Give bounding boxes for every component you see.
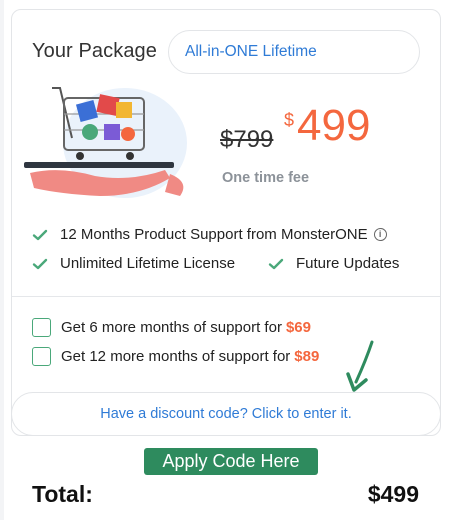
feature-label: Unlimited Lifetime License (60, 255, 236, 272)
arrow-down-icon (346, 340, 374, 392)
total-value: $499 (367, 481, 419, 507)
check-icon (32, 229, 48, 240)
section-divider (12, 296, 440, 297)
feature-license: Unlimited Lifetime License (32, 255, 235, 272)
check-icon (32, 258, 48, 269)
addon-6-months[interactable]: Get 6 more months of support for $69 (32, 318, 311, 337)
feature-label: 12 Months Product Support from MonsterON… (60, 226, 368, 243)
apply-code-button[interactable]: Apply Code Here (144, 448, 318, 475)
addon-label: Get 12 more months of support for (61, 348, 291, 365)
addon-label: Get 6 more months of support for (61, 319, 282, 336)
feature-updates: Future Updates (268, 255, 399, 272)
feature-support: 12 Months Product Support from MonsterON… (32, 226, 387, 243)
new-price: 499 (297, 101, 371, 150)
addon-checkbox[interactable] (32, 347, 51, 366)
addon-12-months[interactable]: Get 12 more months of support for $89 (32, 347, 319, 366)
price-note: One time fee (222, 170, 310, 186)
check-icon (268, 258, 284, 269)
addon-price: $89 (294, 348, 320, 365)
discount-label: Have a discount code? Click to enter it. (100, 406, 352, 422)
price-currency: $ (284, 110, 295, 130)
package-label: Your Package (32, 40, 157, 62)
old-price: $799 (220, 126, 274, 153)
package-select[interactable]: All-in-ONE Lifetime (168, 30, 420, 74)
feature-label: Future Updates (296, 255, 400, 272)
addon-price: $69 (285, 319, 311, 336)
package-select-value: All-in-ONE Lifetime (185, 43, 317, 60)
info-icon[interactable]: i (373, 228, 387, 241)
cart-hand-illustration (24, 87, 187, 198)
addon-checkbox[interactable] (32, 318, 51, 337)
apply-code-label: Apply Code Here (162, 451, 300, 471)
total-label: Total: (32, 481, 93, 507)
left-page-strip (0, 0, 4, 520)
discount-code-toggle[interactable]: Have a discount code? Click to enter it. (11, 392, 441, 436)
